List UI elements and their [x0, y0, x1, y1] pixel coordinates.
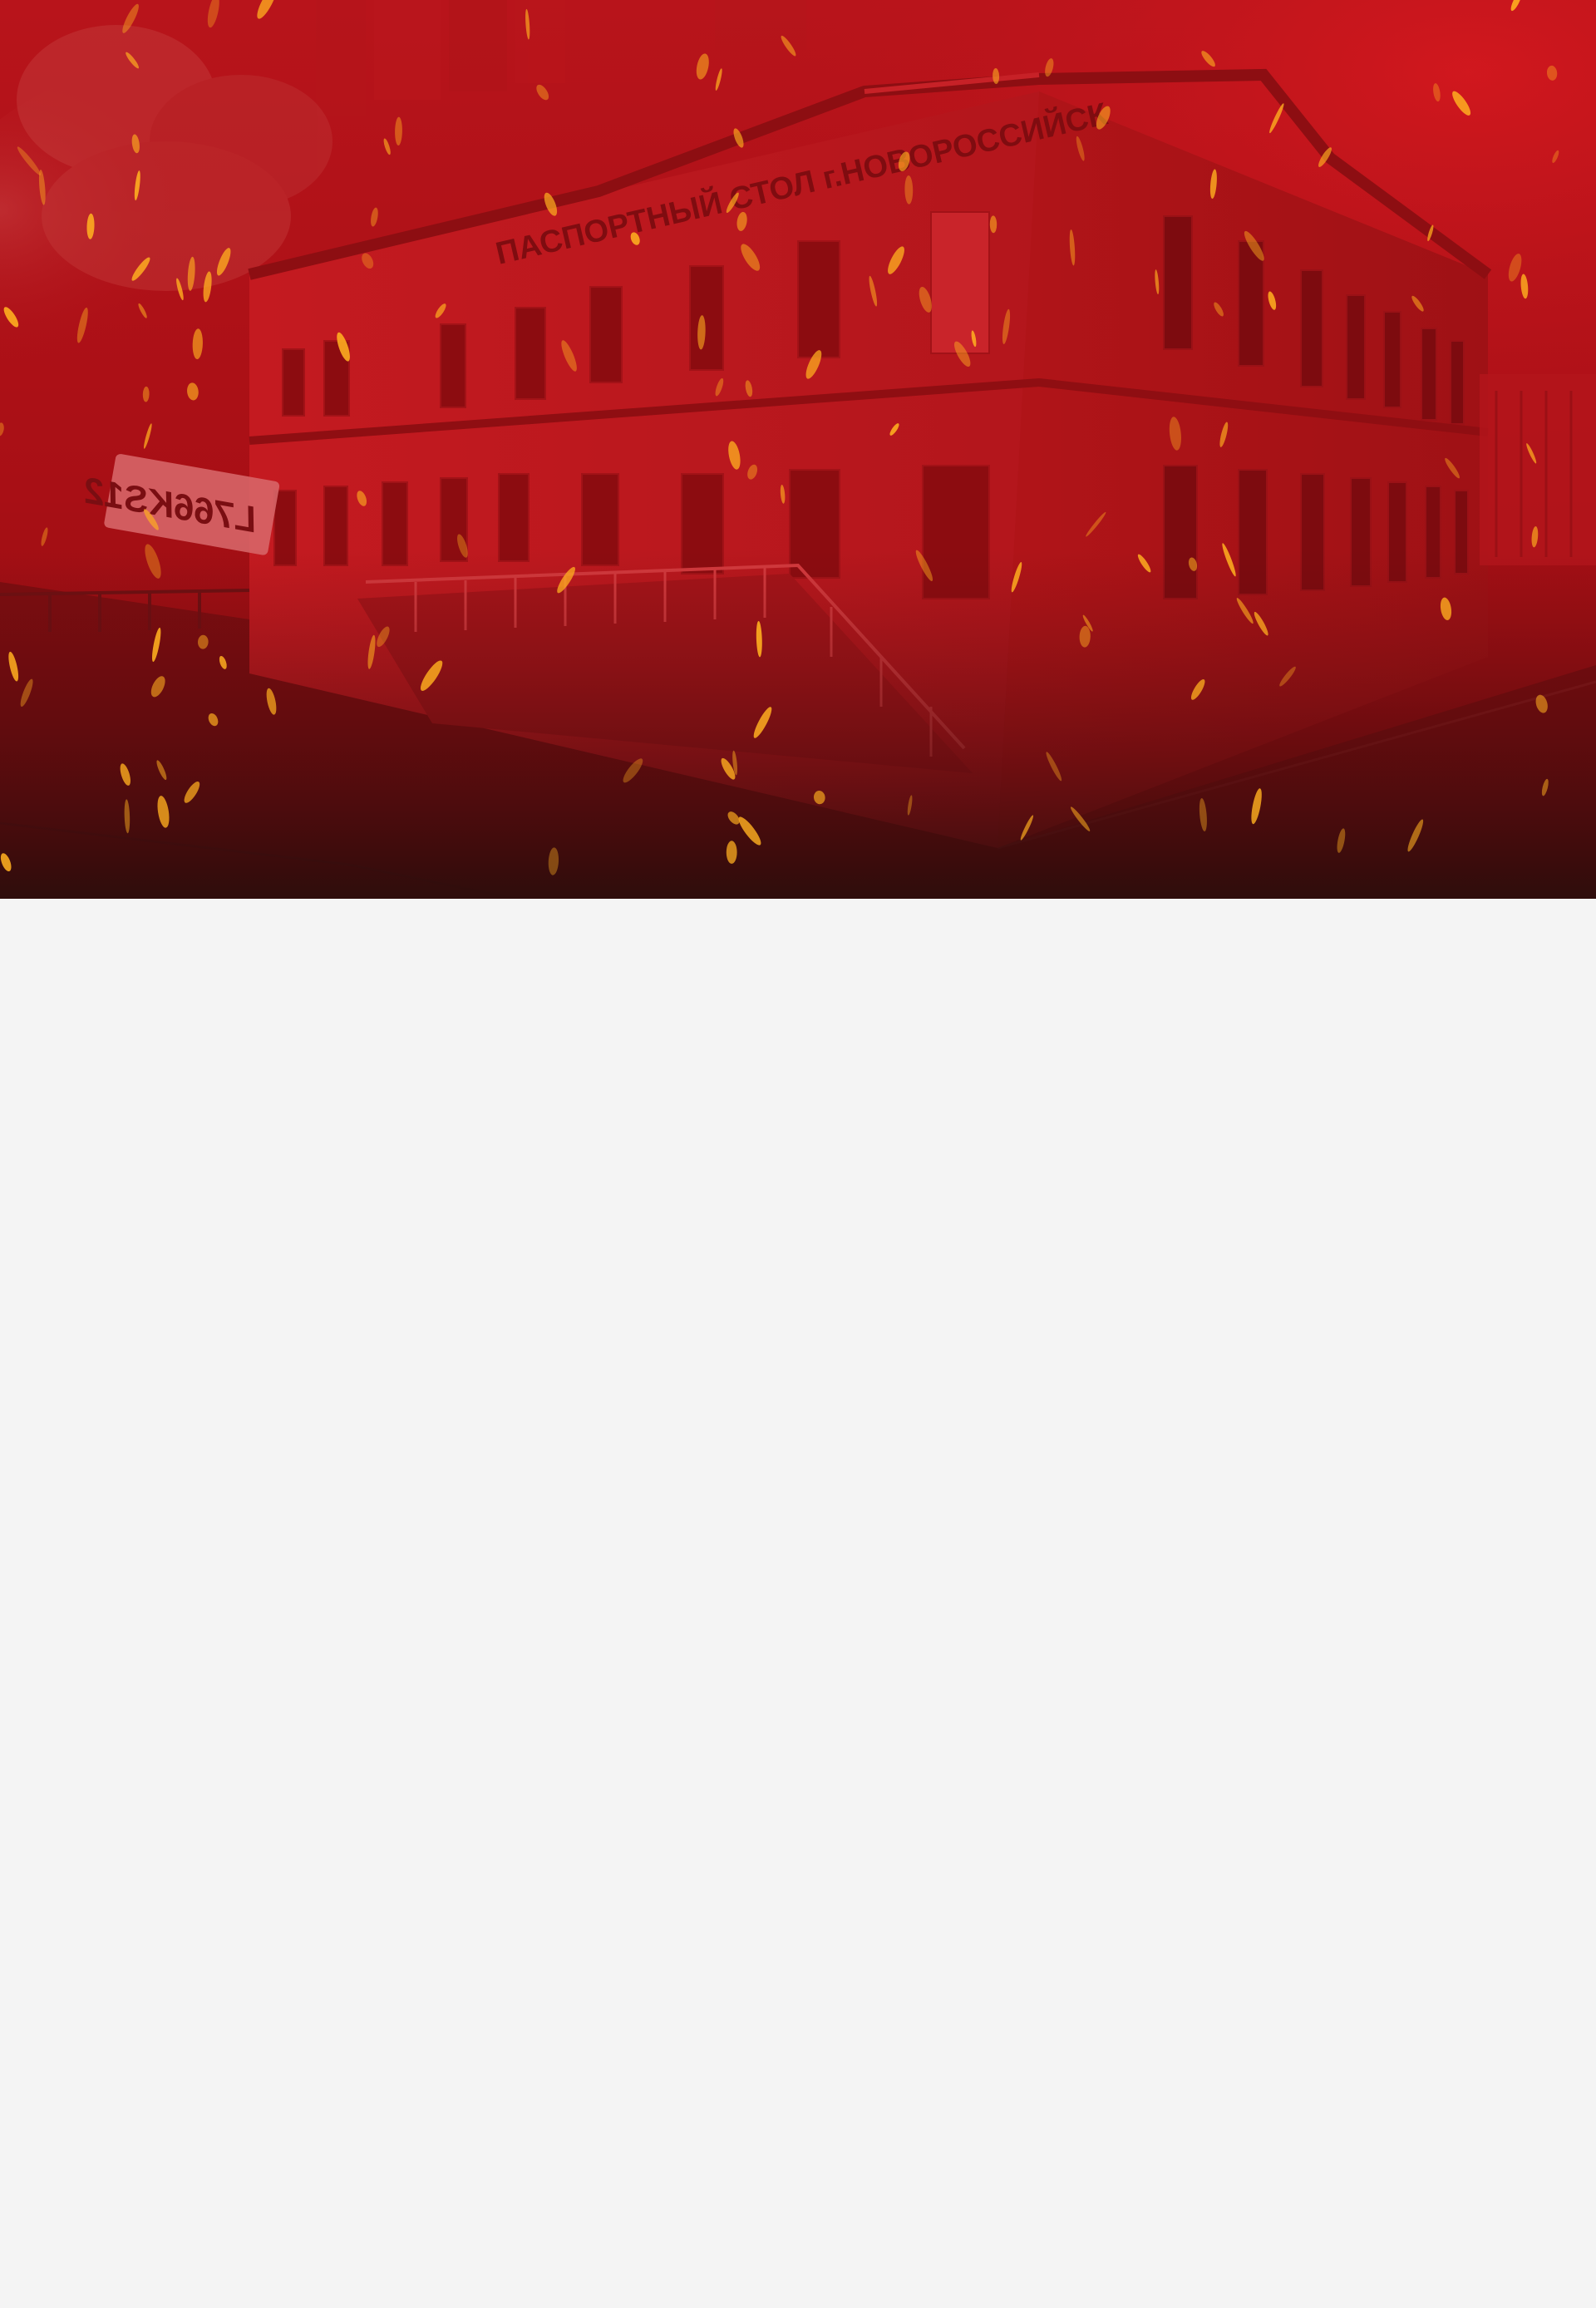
ground-shadow — [0, 549, 1596, 899]
hero-banner: ПАСПОРТНЫЙ СТОЛ г.НОВОРОССИЙСК L766KS12 — [0, 0, 1596, 899]
ember-spark — [726, 841, 737, 864]
page: ПАСПОРТНЫЙ СТОЛ г.НОВОРОССИЙСК L766KS12 — [0, 0, 1596, 2308]
hero-illustration: ПАСПОРТНЫЙ СТОЛ г.НОВОРОССИЙСК L766KS12 — [0, 0, 1596, 899]
content-area — [0, 899, 1596, 2308]
